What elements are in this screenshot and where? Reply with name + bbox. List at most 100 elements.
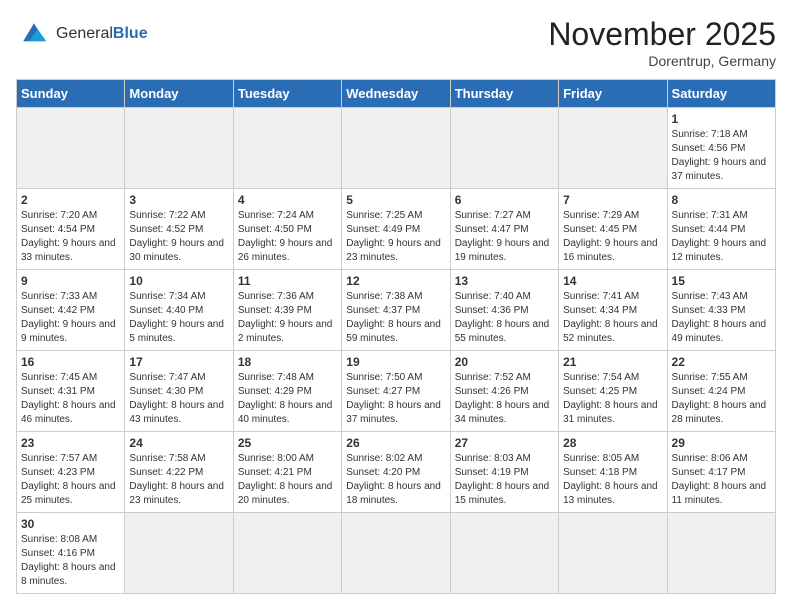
day-number: 26 (346, 436, 445, 450)
day-number: 4 (238, 193, 337, 207)
day-info: Sunrise: 7:18 AM Sunset: 4:56 PM Dayligh… (672, 128, 771, 184)
day-info: Sunrise: 7:27 AM Sunset: 4:47 PM Dayligh… (455, 209, 554, 265)
calendar-cell: 2Sunrise: 7:20 AM Sunset: 4:54 PM Daylig… (17, 189, 125, 270)
calendar-table: SundayMondayTuesdayWednesdayThursdayFrid… (16, 79, 776, 594)
day-info: Sunrise: 8:08 AM Sunset: 4:16 PM Dayligh… (21, 533, 120, 589)
day-number: 17 (129, 355, 228, 369)
day-info: Sunrise: 7:50 AM Sunset: 4:27 PM Dayligh… (346, 371, 445, 427)
logo-text: GeneralBlue (56, 25, 148, 43)
calendar-cell: 23 Sunrise: 7:57 AM Sunset: 4:23 PM Dayli… (17, 432, 125, 513)
calendar-cell: 3 Sunrise: 7:22 AM Sunset: 4:52 PM Daylig… (125, 189, 233, 270)
calendar-cell (233, 108, 341, 189)
calendar-cell: 17 Sunrise: 7:47 AM Sunset: 4:30 PM Dayli… (125, 351, 233, 432)
day-info: Sunrise: 7:33 AM Sunset: 4:42 PM Dayligh… (21, 290, 120, 346)
calendar-cell (342, 108, 450, 189)
day-number: 22 (672, 355, 771, 369)
day-info: Sunrise: 7:34 AM Sunset: 4:40 PM Dayligh… (129, 290, 228, 346)
day-number: 30 (21, 517, 120, 531)
day-number: 8 (672, 193, 771, 207)
calendar-cell (667, 513, 775, 594)
weekday-header-wednesday: Wednesday (342, 80, 450, 108)
day-number: 11 (238, 274, 337, 288)
day-info: Sunrise: 7:54 AM Sunset: 4:25 PM Dayligh… (563, 371, 662, 427)
day-number: 21 (563, 355, 662, 369)
day-info: Sunrise: 8:03 AM Sunset: 4:19 PM Dayligh… (455, 452, 554, 508)
weekday-header-tuesday: Tuesday (233, 80, 341, 108)
calendar-cell: 8 Sunrise: 7:31 AM Sunset: 4:44 PM Daylig… (667, 189, 775, 270)
day-info: Sunrise: 7:41 AM Sunset: 4:34 PM Dayligh… (563, 290, 662, 346)
calendar-cell (559, 513, 667, 594)
day-info: Sunrise: 7:25 AM Sunset: 4:49 PM Dayligh… (346, 209, 445, 265)
calendar-cell: 5 Sunrise: 7:25 AM Sunset: 4:49 PM Daylig… (342, 189, 450, 270)
weekday-header-row: SundayMondayTuesdayWednesdayThursdayFrid… (17, 80, 776, 108)
calendar-cell: 26Sunrise: 8:02 AM Sunset: 4:20 PM Dayli… (342, 432, 450, 513)
calendar-cell: 1 Sunrise: 7:18 AM Sunset: 4:56 PM Daylig… (667, 108, 775, 189)
calendar-cell: 10 Sunrise: 7:34 AM Sunset: 4:40 PM Dayli… (125, 270, 233, 351)
calendar-cell (125, 108, 233, 189)
day-info: Sunrise: 7:45 AM Sunset: 4:31 PM Dayligh… (21, 371, 120, 427)
day-info: Sunrise: 7:47 AM Sunset: 4:30 PM Dayligh… (129, 371, 228, 427)
calendar-cell: 15 Sunrise: 7:43 AM Sunset: 4:33 PM Dayli… (667, 270, 775, 351)
weekday-header-friday: Friday (559, 80, 667, 108)
weekday-header-thursday: Thursday (450, 80, 558, 108)
day-info: Sunrise: 7:52 AM Sunset: 4:26 PM Dayligh… (455, 371, 554, 427)
day-info: Sunrise: 7:40 AM Sunset: 4:36 PM Dayligh… (455, 290, 554, 346)
calendar-cell (17, 108, 125, 189)
calendar-cell: 13 Sunrise: 7:40 AM Sunset: 4:36 PM Dayli… (450, 270, 558, 351)
day-info: Sunrise: 8:05 AM Sunset: 4:18 PM Dayligh… (563, 452, 662, 508)
day-number: 25 (238, 436, 337, 450)
day-number: 14 (563, 274, 662, 288)
day-number: 9 (21, 274, 120, 288)
calendar-week-4: 16 Sunrise: 7:45 AM Sunset: 4:31 PM Dayli… (17, 351, 776, 432)
logo: GeneralBlue (16, 16, 148, 52)
day-number: 1 (672, 112, 771, 126)
day-number: 23 (21, 436, 120, 450)
day-info: Sunrise: 7:36 AM Sunset: 4:39 PM Dayligh… (238, 290, 337, 346)
day-info: Sunrise: 7:38 AM Sunset: 4:37 PM Dayligh… (346, 290, 445, 346)
day-info: Sunrise: 7:58 AM Sunset: 4:22 PM Dayligh… (129, 452, 228, 508)
day-info: Sunrise: 7:29 AM Sunset: 4:45 PM Dayligh… (563, 209, 662, 265)
title-block: November 2025 Dorentrup, Germany (548, 16, 776, 69)
calendar-week-2: 2Sunrise: 7:20 AM Sunset: 4:54 PM Daylig… (17, 189, 776, 270)
location: Dorentrup, Germany (548, 53, 776, 69)
calendar-cell: 24 Sunrise: 7:58 AM Sunset: 4:22 PM Dayli… (125, 432, 233, 513)
month-title: November 2025 (548, 16, 776, 53)
day-number: 24 (129, 436, 228, 450)
day-info: Sunrise: 7:20 AM Sunset: 4:54 PM Dayligh… (21, 209, 120, 265)
day-info: Sunrise: 7:57 AM Sunset: 4:23 PM Dayligh… (21, 452, 120, 508)
day-number: 15 (672, 274, 771, 288)
calendar-cell (233, 513, 341, 594)
day-number: 7 (563, 193, 662, 207)
day-number: 5 (346, 193, 445, 207)
day-number: 6 (455, 193, 554, 207)
weekday-header-saturday: Saturday (667, 80, 775, 108)
calendar-week-1: 1 Sunrise: 7:18 AM Sunset: 4:56 PM Daylig… (17, 108, 776, 189)
day-number: 28 (563, 436, 662, 450)
day-number: 20 (455, 355, 554, 369)
calendar-cell: 7 Sunrise: 7:29 AM Sunset: 4:45 PM Daylig… (559, 189, 667, 270)
calendar-cell (559, 108, 667, 189)
day-number: 18 (238, 355, 337, 369)
calendar-cell: 29Sunrise: 8:06 AM Sunset: 4:17 PM Dayli… (667, 432, 775, 513)
day-number: 29 (672, 436, 771, 450)
calendar-cell: 18 Sunrise: 7:48 AM Sunset: 4:29 PM Dayli… (233, 351, 341, 432)
calendar-cell: 20 Sunrise: 7:52 AM Sunset: 4:26 PM Dayli… (450, 351, 558, 432)
day-info: Sunrise: 7:22 AM Sunset: 4:52 PM Dayligh… (129, 209, 228, 265)
calendar-cell: 30 Sunrise: 8:08 AM Sunset: 4:16 PM Dayli… (17, 513, 125, 594)
calendar-cell: 21 Sunrise: 7:54 AM Sunset: 4:25 PM Dayli… (559, 351, 667, 432)
day-number: 27 (455, 436, 554, 450)
day-info: Sunrise: 7:48 AM Sunset: 4:29 PM Dayligh… (238, 371, 337, 427)
calendar-cell (450, 108, 558, 189)
calendar-cell: 12 Sunrise: 7:38 AM Sunset: 4:37 PM Dayli… (342, 270, 450, 351)
calendar-cell (125, 513, 233, 594)
day-number: 12 (346, 274, 445, 288)
day-number: 16 (21, 355, 120, 369)
calendar-week-5: 23 Sunrise: 7:57 AM Sunset: 4:23 PM Dayli… (17, 432, 776, 513)
page-header: GeneralBlue November 2025 Dorentrup, Ger… (16, 16, 776, 69)
calendar-cell: 11 Sunrise: 7:36 AM Sunset: 4:39 PM Dayli… (233, 270, 341, 351)
day-number: 10 (129, 274, 228, 288)
day-number: 3 (129, 193, 228, 207)
day-info: Sunrise: 7:43 AM Sunset: 4:33 PM Dayligh… (672, 290, 771, 346)
day-number: 13 (455, 274, 554, 288)
day-info: Sunrise: 7:31 AM Sunset: 4:44 PM Dayligh… (672, 209, 771, 265)
